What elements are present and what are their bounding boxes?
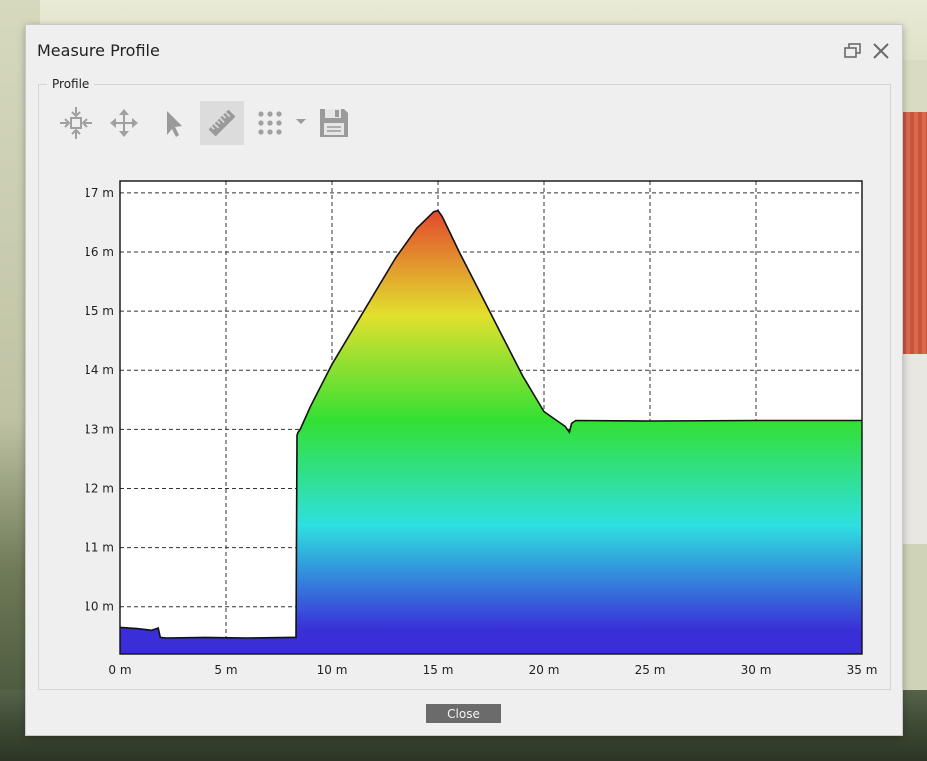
x-tick-label: 30 m xyxy=(741,663,772,677)
y-tick-label: 14 m xyxy=(86,363,114,377)
y-tick-label: 13 m xyxy=(86,422,114,436)
save-icon xyxy=(320,109,348,137)
y-tick-label: 10 m xyxy=(86,600,114,614)
map-terrain-right xyxy=(902,60,927,112)
y-tick-label: 17 m xyxy=(86,186,114,200)
measure-profile-dialog: Measure Profile Profile 0 m 5 m 10 m 15 … xyxy=(26,25,902,735)
close-button[interactable]: Close xyxy=(426,704,501,723)
select-pointer-icon xyxy=(167,111,182,137)
ruler-icon xyxy=(208,109,236,137)
y-tick-label: 12 m xyxy=(86,481,114,495)
profile-chart[interactable]: 0 m 5 m 10 m 15 m 20 m 25 m 30 m 35 m 10 m 11 m 12… xyxy=(86,175,886,685)
zoom-extents-icon xyxy=(60,107,92,139)
x-tick-label: 35 m xyxy=(847,663,878,677)
pan-icon xyxy=(110,109,138,137)
zoom-extents-button[interactable] xyxy=(54,101,98,145)
building-wall xyxy=(902,354,927,544)
profile-chart-canvas: 0 m 5 m 10 m 15 m 20 m 25 m 30 m 35 m 10 m 11 m 12… xyxy=(86,180,878,677)
x-tick-label: 10 m xyxy=(317,663,348,677)
pan-button[interactable] xyxy=(102,101,146,145)
profile-group-label: Profile xyxy=(47,77,95,91)
x-tick-label: 0 m xyxy=(108,663,131,677)
save-button[interactable] xyxy=(312,101,356,145)
x-tick-label: 15 m xyxy=(423,663,454,677)
close-icon[interactable] xyxy=(872,42,890,60)
y-tick-label: 15 m xyxy=(86,304,114,318)
x-tick-label: 20 m xyxy=(529,663,560,677)
x-tick-label: 25 m xyxy=(635,663,666,677)
chevron-down-icon[interactable] xyxy=(296,119,306,124)
point-grid-icon xyxy=(258,111,282,135)
measure-button[interactable] xyxy=(200,101,244,145)
x-tick-label: 5 m xyxy=(214,663,237,677)
y-tick-label: 11 m xyxy=(86,541,114,555)
building-roof xyxy=(902,112,927,354)
point-grid-button[interactable] xyxy=(248,101,292,145)
restore-window-icon[interactable] xyxy=(844,43,862,59)
dialog-title: Measure Profile xyxy=(37,41,160,60)
select-button[interactable] xyxy=(150,101,194,145)
y-tick-label: 16 m xyxy=(86,245,114,259)
